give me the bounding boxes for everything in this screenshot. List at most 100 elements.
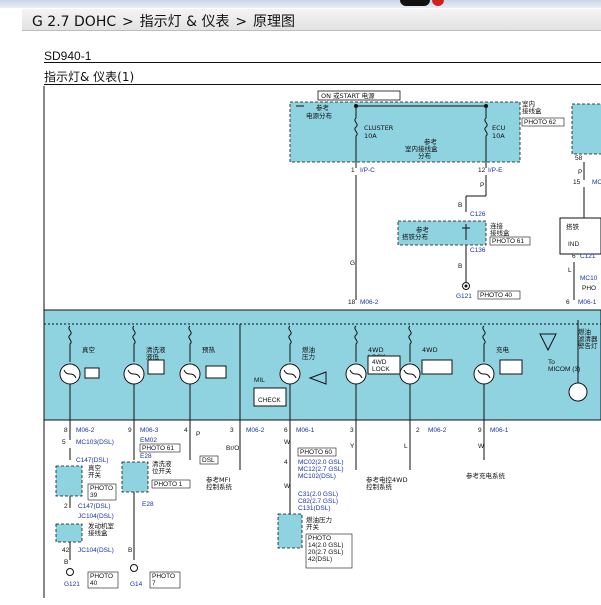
photo61-bottom-label: PHOTO 61 [142,445,174,452]
jc104-connector: JC104(DSL) [78,513,114,520]
c131-connector: C131(DSL) [298,505,331,512]
washer-indicator-icon [147,359,165,375]
svg-text:B: B [128,547,132,554]
module-label: 搭铁 [566,222,580,231]
dsl-label: DSL [202,457,215,464]
svg-text:6: 6 [572,253,576,260]
vacuum-lamp-label: 真空 [82,345,96,354]
mc12-connector: MC12(2.7 GSL) [298,466,344,473]
mc102-connector: MC102(DSL) [298,473,336,480]
svg-text:L: L [568,267,572,274]
ecu-fuse-label: ECU 10A [492,124,506,140]
c82-connector: C82(2.7 GSL) [298,498,338,505]
svg-text:58: 58 [575,155,583,162]
4wd-indicator-icon [421,359,453,375]
charge-lamp-label: 充电 [496,345,510,354]
svg-text:1: 1 [351,167,355,174]
mil-label: MIL [254,377,265,384]
svg-text:3: 3 [230,427,234,434]
engine-room-junction [55,523,83,543]
svg-text:B: B [458,202,462,209]
wire-p-label: P [196,431,200,438]
c31-connector: C31(2.0 GSL) [298,491,338,498]
fuel-filter-lamp-icon [568,382,588,402]
connector-box-label: 连接接线盒 [490,221,510,237]
m06-2-connector[interactable]: M06-2 [360,299,379,306]
battery-icon [499,359,523,375]
ind-label: IND [568,241,580,248]
c121-connector[interactable]: C121 [580,253,596,260]
mc103-connector: MC103(DSL) [76,439,114,446]
svg-text:P: P [578,169,582,176]
ground-g121-icon [66,568,74,576]
g121-ground[interactable]: G121 [456,293,472,300]
photo40-label: PHOTO 40 [480,292,512,299]
oil-switch-label: 燃油压力开关 [306,515,332,531]
svg-text:5: 5 [62,439,66,446]
photo62-label: PHOTO 62 [524,119,556,126]
e28-connector: E28 [140,453,152,460]
vacuum-switch-label: 真空开关 [88,463,102,479]
svg-text:2: 2 [64,503,68,510]
ref-charge-label: 参考充电系统 [466,471,506,480]
mc10-connector[interactable]: MC10 [580,275,598,282]
g14-ground: G14 [130,581,143,588]
svg-text:B: B [458,263,462,270]
svg-text:4: 4 [184,427,188,434]
svg-text:2: 2 [416,427,420,434]
vacuum-switch [55,465,83,497]
m06-3-connector: M06-3 [140,427,159,434]
svg-text:6: 6 [566,299,570,306]
svg-text:G: G [350,260,355,267]
svg-text:B: B [64,559,68,566]
m06-1-connector[interactable]: M06-1 [578,299,597,306]
svg-text:6: 6 [284,427,288,434]
jc104-bottom: JC104(DSL) [78,547,114,554]
engine-room-box-label: 发动机室接线盒 [88,521,115,537]
wire-w-label: W [478,443,485,450]
mc-connector[interactable]: MC10 [592,179,601,186]
svg-text:9: 9 [478,427,482,434]
glow-indicator-icon [205,365,227,379]
c126-connector[interactable]: C126 [470,211,486,218]
svg-text:3: 3 [350,427,354,434]
ref-mfi-label: 参考MFI 控制系统 [206,475,233,491]
m06-2-4wd: M06-2 [428,427,447,434]
c147-bottom: C147(DSL) [78,503,111,510]
m06-1-oil: M06-1 [296,427,315,434]
ref-4wd-label: 参考电控4WD 控制系统 [366,475,408,491]
oil-pressure-switch [277,513,303,549]
em02-connector: EM02 [140,437,157,444]
photo60-label: PHOTO 60 [300,449,332,456]
svg-text:PHO: PHO [582,285,596,292]
svg-text:4: 4 [284,459,288,466]
ip-e-connector[interactable]: I/P-E [488,167,503,174]
c136-connector[interactable]: C136 [470,247,486,254]
oil-pressure-gauge-label: 燃油压力 [302,345,315,361]
svg-text:8: 8 [64,427,68,434]
m06-1-charge: M06-1 [490,427,509,434]
photo61-label: PHOTO 61 [492,238,524,245]
indoor-box-label: 室内接线盒 [522,99,542,115]
washer-level-switch [121,461,149,493]
check-engine-label: CHECK [258,397,281,404]
m06-2-bottom: M06-2 [76,427,95,434]
wire-br-o-label: Br/O [226,445,239,452]
wire-l-label: L [404,443,408,450]
photo1-label: PHOTO 1 [154,481,183,488]
power-source-label: ON 或START 电源 [321,91,375,100]
glow-lamp-label: 预热 [202,345,216,354]
wire-y-label: Y [350,443,355,450]
ground-g14-icon [130,564,138,572]
m06-2-mfi: M06-2 [246,427,265,434]
svg-text:W: W [284,439,291,446]
svg-text:9: 9 [128,427,132,434]
4wd-lamp-label: 4WD [422,346,438,354]
c147-connector: C147(DSL) [76,457,109,464]
svg-text:15: 15 [573,179,581,186]
ip-c-connector[interactable]: I/P-C [360,167,375,174]
wiring-diagram: ON 或START 电源 参考电源分布 CLUSTER 10A ECU 10A 参考… [43,86,601,598]
vacuum-indicator-icon [84,367,100,379]
svg-text:P: P [480,182,484,189]
svg-text:18: 18 [348,299,356,306]
